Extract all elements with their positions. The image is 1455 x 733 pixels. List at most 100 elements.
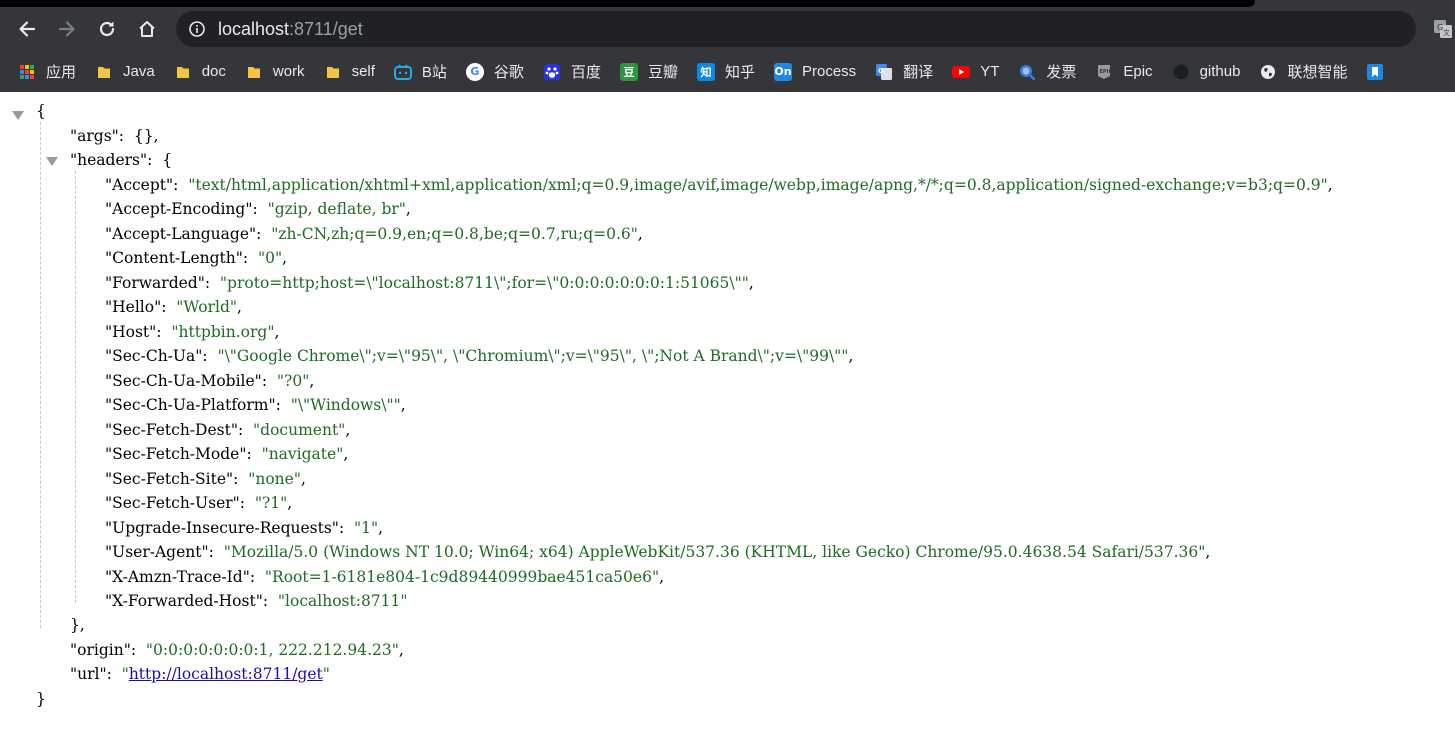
bookmark-label: Java [123, 63, 155, 80]
bookmark-label: 联想智能 [1287, 64, 1348, 81]
json-headers-open-brace: { [162, 151, 173, 169]
bookmark-item[interactable]: 百度 [535, 57, 609, 87]
json-header-value: "\"Google Chrome\";v=\"95\", \"Chromium\… [217, 347, 849, 365]
bookmark-item[interactable]: 知知乎 [689, 57, 763, 87]
json-header-row: "Sec-Fetch-Site": "none", [105, 469, 306, 488]
json-header-key: "Upgrade-Insecure-Requests" [105, 518, 339, 537]
translate-page-icon[interactable]: G 文 [1433, 19, 1453, 39]
address-bar[interactable]: localhost:8711/get [176, 11, 1416, 47]
bookmark-item[interactable]: doc [166, 57, 234, 87]
json-row-headers: "headers": { [70, 151, 173, 169]
tab-strip [0, 0, 1255, 7]
bookmark-item[interactable]: work [237, 57, 313, 87]
json-viewer: { "args": {}, "headers": { "Accept": "te… [0, 92, 1455, 733]
bookmark-item[interactable] [1358, 57, 1402, 87]
bookmark-label: 百度 [570, 64, 601, 81]
json-separator: , [378, 518, 384, 537]
json-header-key: "Sec-Ch-Ua" [105, 347, 203, 365]
home-button[interactable] [129, 11, 165, 47]
json-header-key: "Sec-Fetch-Dest" [105, 420, 238, 439]
info-icon[interactable] [188, 20, 206, 38]
bookmark-item[interactable]: G 翻译 [867, 57, 941, 87]
back-button[interactable] [9, 11, 45, 47]
json-separator: , [309, 371, 315, 390]
bookmark-label: self [351, 63, 375, 80]
json-header-value: "\"Windows\"" [290, 396, 401, 414]
json-url-link[interactable]: http://localhost:8711/get [129, 665, 323, 683]
json-separator: , [1327, 175, 1333, 194]
json-header-row: "Sec-Fetch-Mode": "navigate", [105, 445, 349, 463]
json-url-quote-close: " [322, 665, 330, 683]
json-row-args: "args": {}, [70, 126, 159, 145]
collapse-root-toggle[interactable] [12, 111, 24, 120]
json-separator: , [1205, 543, 1211, 561]
json-header-key: "Content-Length" [105, 249, 243, 267]
home-icon [139, 21, 155, 37]
svg-text:文: 文 [1443, 28, 1450, 37]
arrow-right-icon [58, 21, 75, 37]
json-separator: , [637, 224, 643, 243]
json-header-value: "?1" [254, 494, 288, 512]
bookmark-label: 翻译 [903, 64, 934, 81]
bookmark-label: B站 [421, 64, 447, 81]
bookmark-label: Process [801, 63, 857, 80]
bookmark-item[interactable]: 联想智能 [1251, 57, 1355, 87]
apps-grid-icon [18, 63, 36, 81]
browser-toolbar: localhost:8711/get G 文 [0, 7, 1455, 51]
json-value-origin: "0:0:0:0:0:0:0:1, 222.212.94.23" [145, 640, 399, 659]
forward-button[interactable] [49, 11, 85, 47]
url-host: localhost [218, 19, 290, 39]
json-header-row: "Sec-Ch-Ua-Mobile": "?0", [105, 371, 315, 390]
json-row-url: "url": "http://localhost:8711/get" [70, 665, 330, 683]
json-separator: , [345, 420, 351, 439]
bookmark-label: work [272, 63, 305, 80]
bookmark-item[interactable]: 豆豆瓣 [612, 57, 686, 87]
json-separator: , [343, 445, 349, 463]
reload-icon [99, 21, 115, 37]
indent-guide-root [40, 122, 41, 628]
json-header-key: "X-Forwarded-Host" [105, 592, 263, 610]
json-header-value: "?0" [276, 371, 310, 390]
json-separator: , [405, 200, 411, 218]
globe-icon [1259, 63, 1277, 81]
bookmark-item[interactable]: Java [87, 57, 163, 87]
json-header-key: "Accept-Encoding" [105, 200, 253, 218]
bookmark-item[interactable]: YT [944, 57, 1007, 87]
bookmark-label: YT [980, 63, 1000, 80]
bookmark-item[interactable]: 应用 [10, 57, 84, 87]
json-header-value: "localhost:8711" [277, 592, 408, 610]
bookmark-label: github [1199, 63, 1241, 80]
douban-icon: 豆 [619, 62, 638, 81]
bookmark-item[interactable]: self [316, 57, 383, 87]
json-separator: , [400, 396, 406, 414]
collapse-headers-toggle[interactable] [46, 157, 58, 166]
processon-icon: On [773, 62, 792, 81]
json-key-origin: "origin" [70, 640, 131, 659]
google-icon: G [465, 62, 484, 81]
json-separator: , [848, 347, 854, 365]
bookmark-item[interactable]: B站 [386, 57, 455, 87]
folder-icon [324, 63, 342, 81]
bookmark-label: 知乎 [724, 64, 755, 81]
json-header-row: "User-Agent": "Mozilla/5.0 (Windows NT 1… [105, 543, 1211, 561]
json-header-value: "none" [248, 469, 301, 488]
bookmarks-bar: 应用 Java doc work self B站 G 谷歌 百度豆豆瓣知知乎 On Process G… [0, 51, 1455, 92]
json-header-value: "Mozilla/5.0 (Windows NT 10.0; Win64; x6… [223, 543, 1206, 561]
bookmark-item[interactable]: github [1164, 57, 1249, 87]
youtube-icon [952, 63, 971, 81]
json-separator: , [300, 469, 306, 488]
reload-button[interactable] [89, 11, 125, 47]
json-header-key: "Hello" [105, 298, 162, 316]
bookmark-item[interactable]: On Process [766, 57, 864, 87]
bookmark-item[interactable]: EPIC Epic [1087, 57, 1160, 87]
json-key-headers: "headers" [70, 151, 148, 169]
json-header-row: "Hello": "World", [105, 298, 242, 316]
json-url-quote-open: " [121, 665, 129, 683]
bookmark-item[interactable]: 发票 [1010, 57, 1084, 87]
bookmark-item[interactable]: G 谷歌 [458, 57, 532, 87]
bilibili-icon [393, 63, 412, 81]
json-header-row: "Forwarded": "proto=http;host=\"localhos… [105, 273, 754, 292]
json-key-url: "url" [70, 665, 107, 683]
json-header-key: "X-Amzn-Trace-Id" [105, 567, 250, 586]
json-headers-close-brace: }, [70, 616, 85, 634]
